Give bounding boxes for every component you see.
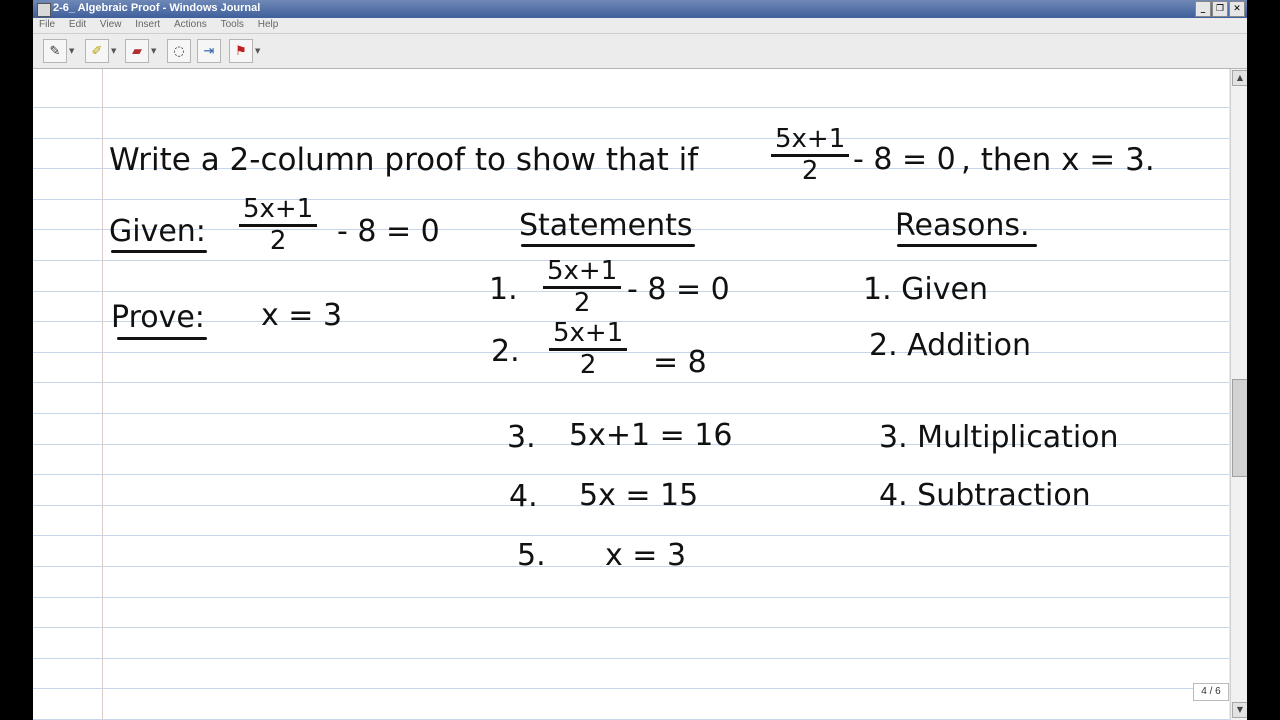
- heading-fraction: 5x+1 2: [771, 125, 850, 186]
- menu-edit[interactable]: Edit: [63, 18, 91, 30]
- menu-insert[interactable]: Insert: [129, 18, 165, 30]
- heading-fraction-denominator: 2: [801, 155, 819, 186]
- highlighter-icon: ✐: [85, 39, 109, 63]
- highlighter-tool-button[interactable]: ✐ ▼: [85, 39, 116, 63]
- pen-tool-button[interactable]: ✎ ▼: [43, 39, 74, 63]
- menu-file[interactable]: File: [33, 18, 60, 30]
- eraser-tool-button[interactable]: ▰ ▼: [125, 39, 156, 63]
- ruled-line: [33, 597, 1229, 598]
- heading-suffix: , then x = 3.: [961, 142, 1155, 178]
- journal-window: 2-6_ Algebraic Proof - Windows Journal _…: [33, 0, 1247, 720]
- scroll-up-arrow-icon[interactable]: ▲: [1232, 70, 1247, 86]
- ruled-line: [33, 474, 1229, 475]
- scrollbar-thumb[interactable]: [1232, 379, 1247, 477]
- statement-1-numerator: 5x+1: [543, 257, 622, 289]
- statement-3-number: 3.: [507, 420, 536, 455]
- given-equation-rest: - 8 = 0: [337, 214, 440, 249]
- close-button[interactable]: ✕: [1229, 1, 1245, 17]
- statements-header: Statements: [519, 208, 693, 243]
- reasons-underline: [897, 244, 1037, 247]
- reason-2: 2. Addition: [869, 328, 1032, 363]
- minimize-button[interactable]: _: [1195, 1, 1211, 17]
- ruled-line: [33, 627, 1229, 628]
- prove-label: Prove:: [111, 300, 205, 335]
- ruled-line: [33, 138, 1229, 139]
- eraser-icon: ▰: [125, 39, 149, 63]
- chevron-down-icon[interactable]: ▼: [255, 47, 260, 55]
- statement-4: 5x = 15: [579, 478, 699, 513]
- ruled-line: [33, 260, 1229, 261]
- menu-help[interactable]: Help: [252, 18, 284, 30]
- ruled-line: [33, 107, 1229, 108]
- statements-underline: [521, 244, 695, 247]
- prove-underline: [117, 337, 207, 340]
- given-underline: [111, 250, 207, 253]
- insert-space-button[interactable]: ⇥: [197, 39, 221, 63]
- pen-toolbar: ✎ ▼ ✐ ▼ ▰ ▼ ◌ ⇥ ⚑ ▼: [33, 34, 1247, 69]
- statement-3: 5x+1 = 16: [569, 418, 733, 453]
- vertical-scrollbar[interactable]: ▲ ▼: [1230, 69, 1247, 720]
- heading-fraction-numerator: 5x+1: [771, 125, 850, 157]
- lasso-select-button[interactable]: ◌: [167, 39, 191, 63]
- statement-4-number: 4.: [509, 479, 538, 514]
- given-fraction-denominator: 2: [269, 225, 287, 256]
- statement-1-number: 1.: [489, 272, 518, 307]
- title-bar: 2-6_ Algebraic Proof - Windows Journal _…: [33, 0, 1247, 18]
- flag-tool-button[interactable]: ⚑ ▼: [229, 39, 260, 63]
- reason-3: 3. Multiplication: [879, 420, 1119, 455]
- chevron-down-icon[interactable]: ▼: [69, 47, 74, 55]
- prove-value: x = 3: [261, 298, 343, 333]
- menu-bar: File Edit View Insert Actions Tools Help: [33, 18, 1247, 34]
- note-page[interactable]: Write a 2-column proof to show that if 5…: [33, 69, 1229, 720]
- statement-2-denominator: 2: [579, 349, 597, 380]
- margin-line: [102, 69, 103, 720]
- window-title: 2-6_ Algebraic Proof - Windows Journal: [53, 2, 261, 14]
- chevron-down-icon[interactable]: ▼: [111, 47, 116, 55]
- menu-actions[interactable]: Actions: [168, 18, 212, 30]
- statement-1-fraction: 5x+1 2: [543, 257, 622, 318]
- statement-2-rest: = 8: [653, 345, 707, 380]
- menu-view[interactable]: View: [94, 18, 127, 30]
- heading-prefix: Write a 2-column proof to show that if: [109, 142, 699, 178]
- lasso-icon: ◌: [167, 39, 191, 63]
- reason-4: 4. Subtraction: [879, 478, 1091, 513]
- statement-2-numerator: 5x+1: [549, 319, 628, 351]
- statement-5: x = 3: [605, 538, 687, 573]
- pen-icon: ✎: [43, 39, 67, 63]
- statement-2-fraction: 5x+1 2: [549, 319, 628, 380]
- statement-1-denominator: 2: [573, 287, 591, 318]
- statement-5-number: 5.: [517, 538, 546, 573]
- reasons-header: Reasons.: [895, 208, 1030, 243]
- ruled-line: [33, 688, 1229, 689]
- ruled-line: [33, 535, 1229, 536]
- scroll-down-arrow-icon[interactable]: ▼: [1232, 702, 1247, 718]
- statement-2-number: 2.: [491, 334, 520, 369]
- ruled-line: [33, 352, 1229, 353]
- statement-1-rest: - 8 = 0: [627, 272, 730, 307]
- ruled-line: [33, 413, 1229, 414]
- page-indicator: 4 / 6: [1193, 683, 1229, 701]
- window-controls: _ ❐ ✕: [1195, 1, 1245, 17]
- reason-1: 1. Given: [863, 272, 988, 307]
- journal-app-icon: [37, 3, 51, 17]
- chevron-down-icon[interactable]: ▼: [151, 47, 156, 55]
- given-fraction: 5x+1 2: [239, 195, 318, 256]
- menu-tools[interactable]: Tools: [215, 18, 249, 30]
- ruled-line: [33, 658, 1229, 659]
- ruled-line: [33, 382, 1229, 383]
- insert-space-icon: ⇥: [197, 39, 221, 63]
- ruled-line: [33, 321, 1229, 322]
- ruled-line: [33, 199, 1229, 200]
- given-label: Given:: [109, 214, 206, 249]
- flag-icon: ⚑: [229, 39, 253, 63]
- restore-button[interactable]: ❐: [1212, 1, 1228, 17]
- given-fraction-numerator: 5x+1: [239, 195, 318, 227]
- heading-equation-rest: - 8 = 0: [853, 142, 956, 177]
